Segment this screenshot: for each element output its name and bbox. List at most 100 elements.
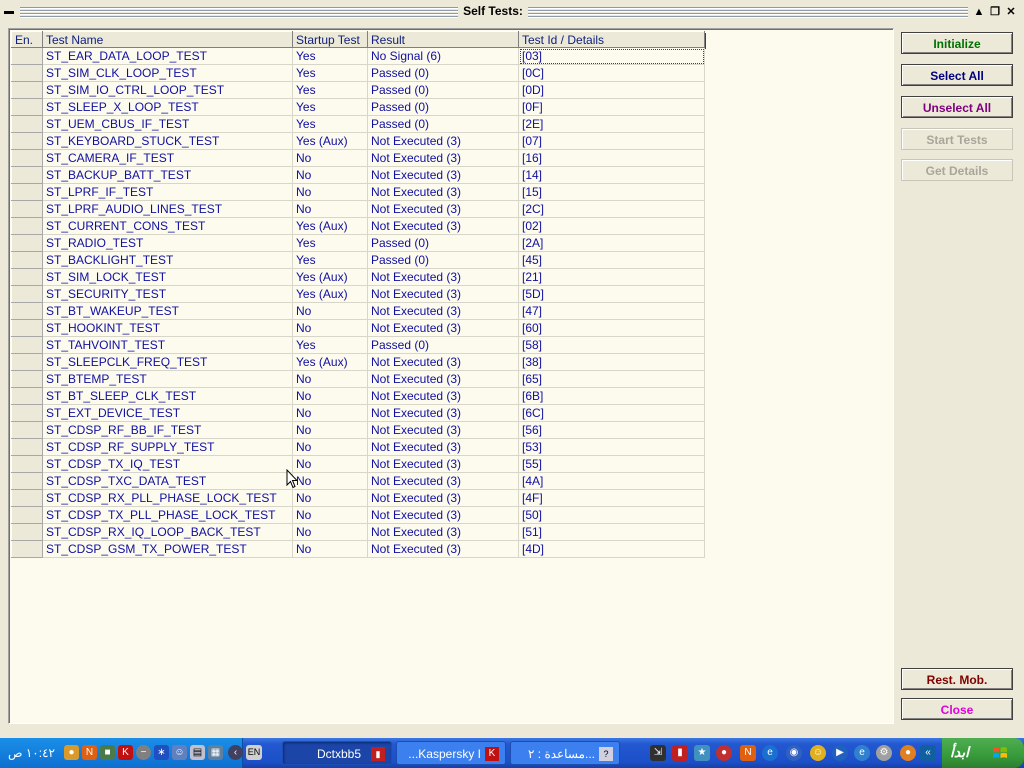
- language-indicator[interactable]: EN: [246, 745, 262, 760]
- quicklaunch-settings-icon[interactable]: ⚙: [876, 745, 892, 761]
- table-row[interactable]: ST_UEM_CBUS_IF_TEST Yes Passed (0) [2E]: [11, 115, 705, 133]
- table-row[interactable]: ST_EXT_DEVICE_TEST No Not Executed (3) [6C]: [11, 404, 705, 422]
- task-help[interactable]: مساعدة : ٢... ?: [510, 741, 620, 765]
- result-cell[interactable]: Not Executed (3): [367, 387, 519, 405]
- table-row[interactable]: ST_SIM_IO_CTRL_LOOP_TEST Yes Passed (0) [0D…: [11, 81, 705, 99]
- result-cell[interactable]: Passed (0): [367, 336, 519, 354]
- quicklaunch-phone-icon[interactable]: ▮: [672, 745, 688, 761]
- table-row[interactable]: ST_SECURITY_TEST Yes (Aux) Not Executed (3…: [11, 285, 705, 303]
- result-cell[interactable]: Not Executed (3): [367, 302, 519, 320]
- select-all-button[interactable]: Select All: [901, 64, 1013, 86]
- row-enable-cell[interactable]: [11, 217, 43, 235]
- test-id-cell[interactable]: [4D]: [518, 540, 705, 558]
- table-row[interactable]: ST_EAR_DATA_LOOP_TEST Yes No Signal (6) [03…: [11, 47, 705, 65]
- row-enable-cell[interactable]: [11, 200, 43, 218]
- test-id-cell[interactable]: [15]: [518, 183, 705, 201]
- startup-test-cell[interactable]: Yes: [292, 336, 368, 354]
- table-row[interactable]: ST_CDSP_RF_BB_IF_TEST No Not Executed (3)[…: [11, 421, 705, 439]
- clock[interactable]: ١٠:٤٢ ص: [8, 746, 55, 760]
- row-enable-cell[interactable]: [11, 489, 43, 507]
- result-cell[interactable]: Not Executed (3): [367, 268, 519, 286]
- startup-test-cell[interactable]: No: [292, 302, 368, 320]
- startup-test-cell[interactable]: No: [292, 523, 368, 541]
- result-cell[interactable]: Passed (0): [367, 64, 519, 82]
- result-cell[interactable]: Passed (0): [367, 115, 519, 133]
- kaspersky-icon[interactable]: K: [118, 745, 133, 760]
- test-name-cell[interactable]: ST_CDSP_TXC_DATA_TEST: [42, 472, 293, 490]
- task-kaspersky[interactable]: ...Kaspersky I K: [396, 741, 506, 765]
- monitor-icon[interactable]: ▤: [190, 745, 205, 760]
- initialize-button[interactable]: Initialize: [901, 32, 1013, 54]
- test-name-cell[interactable]: ST_SIM_IO_CTRL_LOOP_TEST: [42, 81, 293, 99]
- table-row[interactable]: ST_CDSP_TX_IQ_TEST No Not Executed (3) [55]: [11, 455, 705, 473]
- test-id-cell[interactable]: [55]: [518, 455, 705, 473]
- result-cell[interactable]: Not Executed (3): [367, 285, 519, 303]
- table-row[interactable]: ST_RADIO_TEST Yes Passed (0) [2A]: [11, 234, 705, 252]
- result-cell[interactable]: Not Executed (3): [367, 319, 519, 337]
- table-row[interactable]: ST_CDSP_RF_SUPPLY_TEST No Not Executed (3)…: [11, 438, 705, 456]
- test-name-cell[interactable]: ST_EAR_DATA_LOOP_TEST: [42, 47, 293, 65]
- table-row[interactable]: ST_LPRF_IF_TEST No Not Executed (3) [15]: [11, 183, 705, 201]
- chevron-left-icon[interactable]: ‹: [228, 745, 243, 760]
- row-enable-cell[interactable]: [11, 523, 43, 541]
- restore-icon[interactable]: ❐: [988, 5, 1002, 19]
- startup-test-cell[interactable]: No: [292, 438, 368, 456]
- rest-mob-button[interactable]: Rest. Mob.: [901, 668, 1013, 690]
- row-enable-cell[interactable]: [11, 166, 43, 184]
- row-enable-cell[interactable]: [11, 387, 43, 405]
- startup-test-cell[interactable]: No: [292, 149, 368, 167]
- test-id-cell[interactable]: [0D]: [518, 81, 705, 99]
- column-header-result[interactable]: Result: [367, 31, 519, 48]
- table-row[interactable]: ST_BT_SLEEP_CLK_TEST No Not Executed (3) [6…: [11, 387, 705, 405]
- result-cell[interactable]: Passed (0): [367, 234, 519, 252]
- quicklaunch-media-icon[interactable]: ●: [716, 745, 732, 761]
- row-enable-cell[interactable]: [11, 438, 43, 456]
- result-cell[interactable]: Not Executed (3): [367, 370, 519, 388]
- internet-explorer-icon[interactable]: e: [762, 745, 778, 761]
- table-row[interactable]: ST_KEYBOARD_STUCK_TEST Yes (Aux) Not Execu…: [11, 132, 705, 150]
- row-enable-cell[interactable]: [11, 455, 43, 473]
- table-row[interactable]: ST_TAHVOINT_TEST Yes Passed (0) [58]: [11, 336, 705, 354]
- row-enable-cell[interactable]: [11, 472, 43, 490]
- test-name-cell[interactable]: ST_BTEMP_TEST: [42, 370, 293, 388]
- result-cell[interactable]: Not Executed (3): [367, 438, 519, 456]
- row-enable-cell[interactable]: [11, 404, 43, 422]
- result-cell[interactable]: Passed (0): [367, 81, 519, 99]
- test-id-cell[interactable]: [0C]: [518, 64, 705, 82]
- test-name-cell[interactable]: ST_BACKLIGHT_TEST: [42, 251, 293, 269]
- row-enable-cell[interactable]: [11, 540, 43, 558]
- row-enable-cell[interactable]: [11, 285, 43, 303]
- test-name-cell[interactable]: ST_CDSP_RX_IQ_LOOP_BACK_TEST: [42, 523, 293, 541]
- start-button[interactable]: ابدأ: [942, 738, 1024, 768]
- test-name-cell[interactable]: ST_SLEEP_X_LOOP_TEST: [42, 98, 293, 116]
- startup-test-cell[interactable]: Yes: [292, 251, 368, 269]
- result-cell[interactable]: Not Executed (3): [367, 132, 519, 150]
- unselect-all-button[interactable]: Unselect All: [901, 96, 1013, 118]
- table-row[interactable]: ST_BACKUP_BATT_TEST No Not Executed (3) [14…: [11, 166, 705, 184]
- result-cell[interactable]: Not Executed (3): [367, 506, 519, 524]
- quicklaunch-n-icon[interactable]: N: [740, 745, 756, 761]
- row-enable-cell[interactable]: [11, 183, 43, 201]
- result-cell[interactable]: Not Executed (3): [367, 166, 519, 184]
- test-id-cell[interactable]: [38]: [518, 353, 705, 371]
- startup-test-cell[interactable]: No: [292, 472, 368, 490]
- test-id-cell[interactable]: [2A]: [518, 234, 705, 252]
- startup-test-cell[interactable]: Yes: [292, 115, 368, 133]
- messenger-icon[interactable]: ☺: [810, 745, 826, 761]
- quicklaunch-network-icon[interactable]: ★: [694, 745, 710, 761]
- startup-test-cell[interactable]: No: [292, 183, 368, 201]
- test-id-cell[interactable]: [16]: [518, 149, 705, 167]
- task-dctxbb5[interactable]: Dctxbb5 ▮: [282, 741, 392, 765]
- test-name-cell[interactable]: ST_SECURITY_TEST: [42, 285, 293, 303]
- table-row[interactable]: ST_CDSP_TX_PLL_PHASE_LOCK_TEST No Not Exec…: [11, 506, 705, 524]
- column-header-test-name[interactable]: Test Name: [42, 31, 293, 48]
- table-row[interactable]: ST_SIM_LOCK_TEST Yes (Aux) Not Executed (3…: [11, 268, 705, 286]
- startup-test-cell[interactable]: No: [292, 455, 368, 473]
- quicklaunch-tool-icon[interactable]: ⇲: [650, 745, 666, 761]
- test-name-cell[interactable]: ST_BACKUP_BATT_TEST: [42, 166, 293, 184]
- row-enable-cell[interactable]: [11, 319, 43, 337]
- test-name-cell[interactable]: ST_LPRF_AUDIO_LINES_TEST: [42, 200, 293, 218]
- startup-test-cell[interactable]: No: [292, 200, 368, 218]
- startup-test-cell[interactable]: Yes: [292, 98, 368, 116]
- row-enable-cell[interactable]: [11, 506, 43, 524]
